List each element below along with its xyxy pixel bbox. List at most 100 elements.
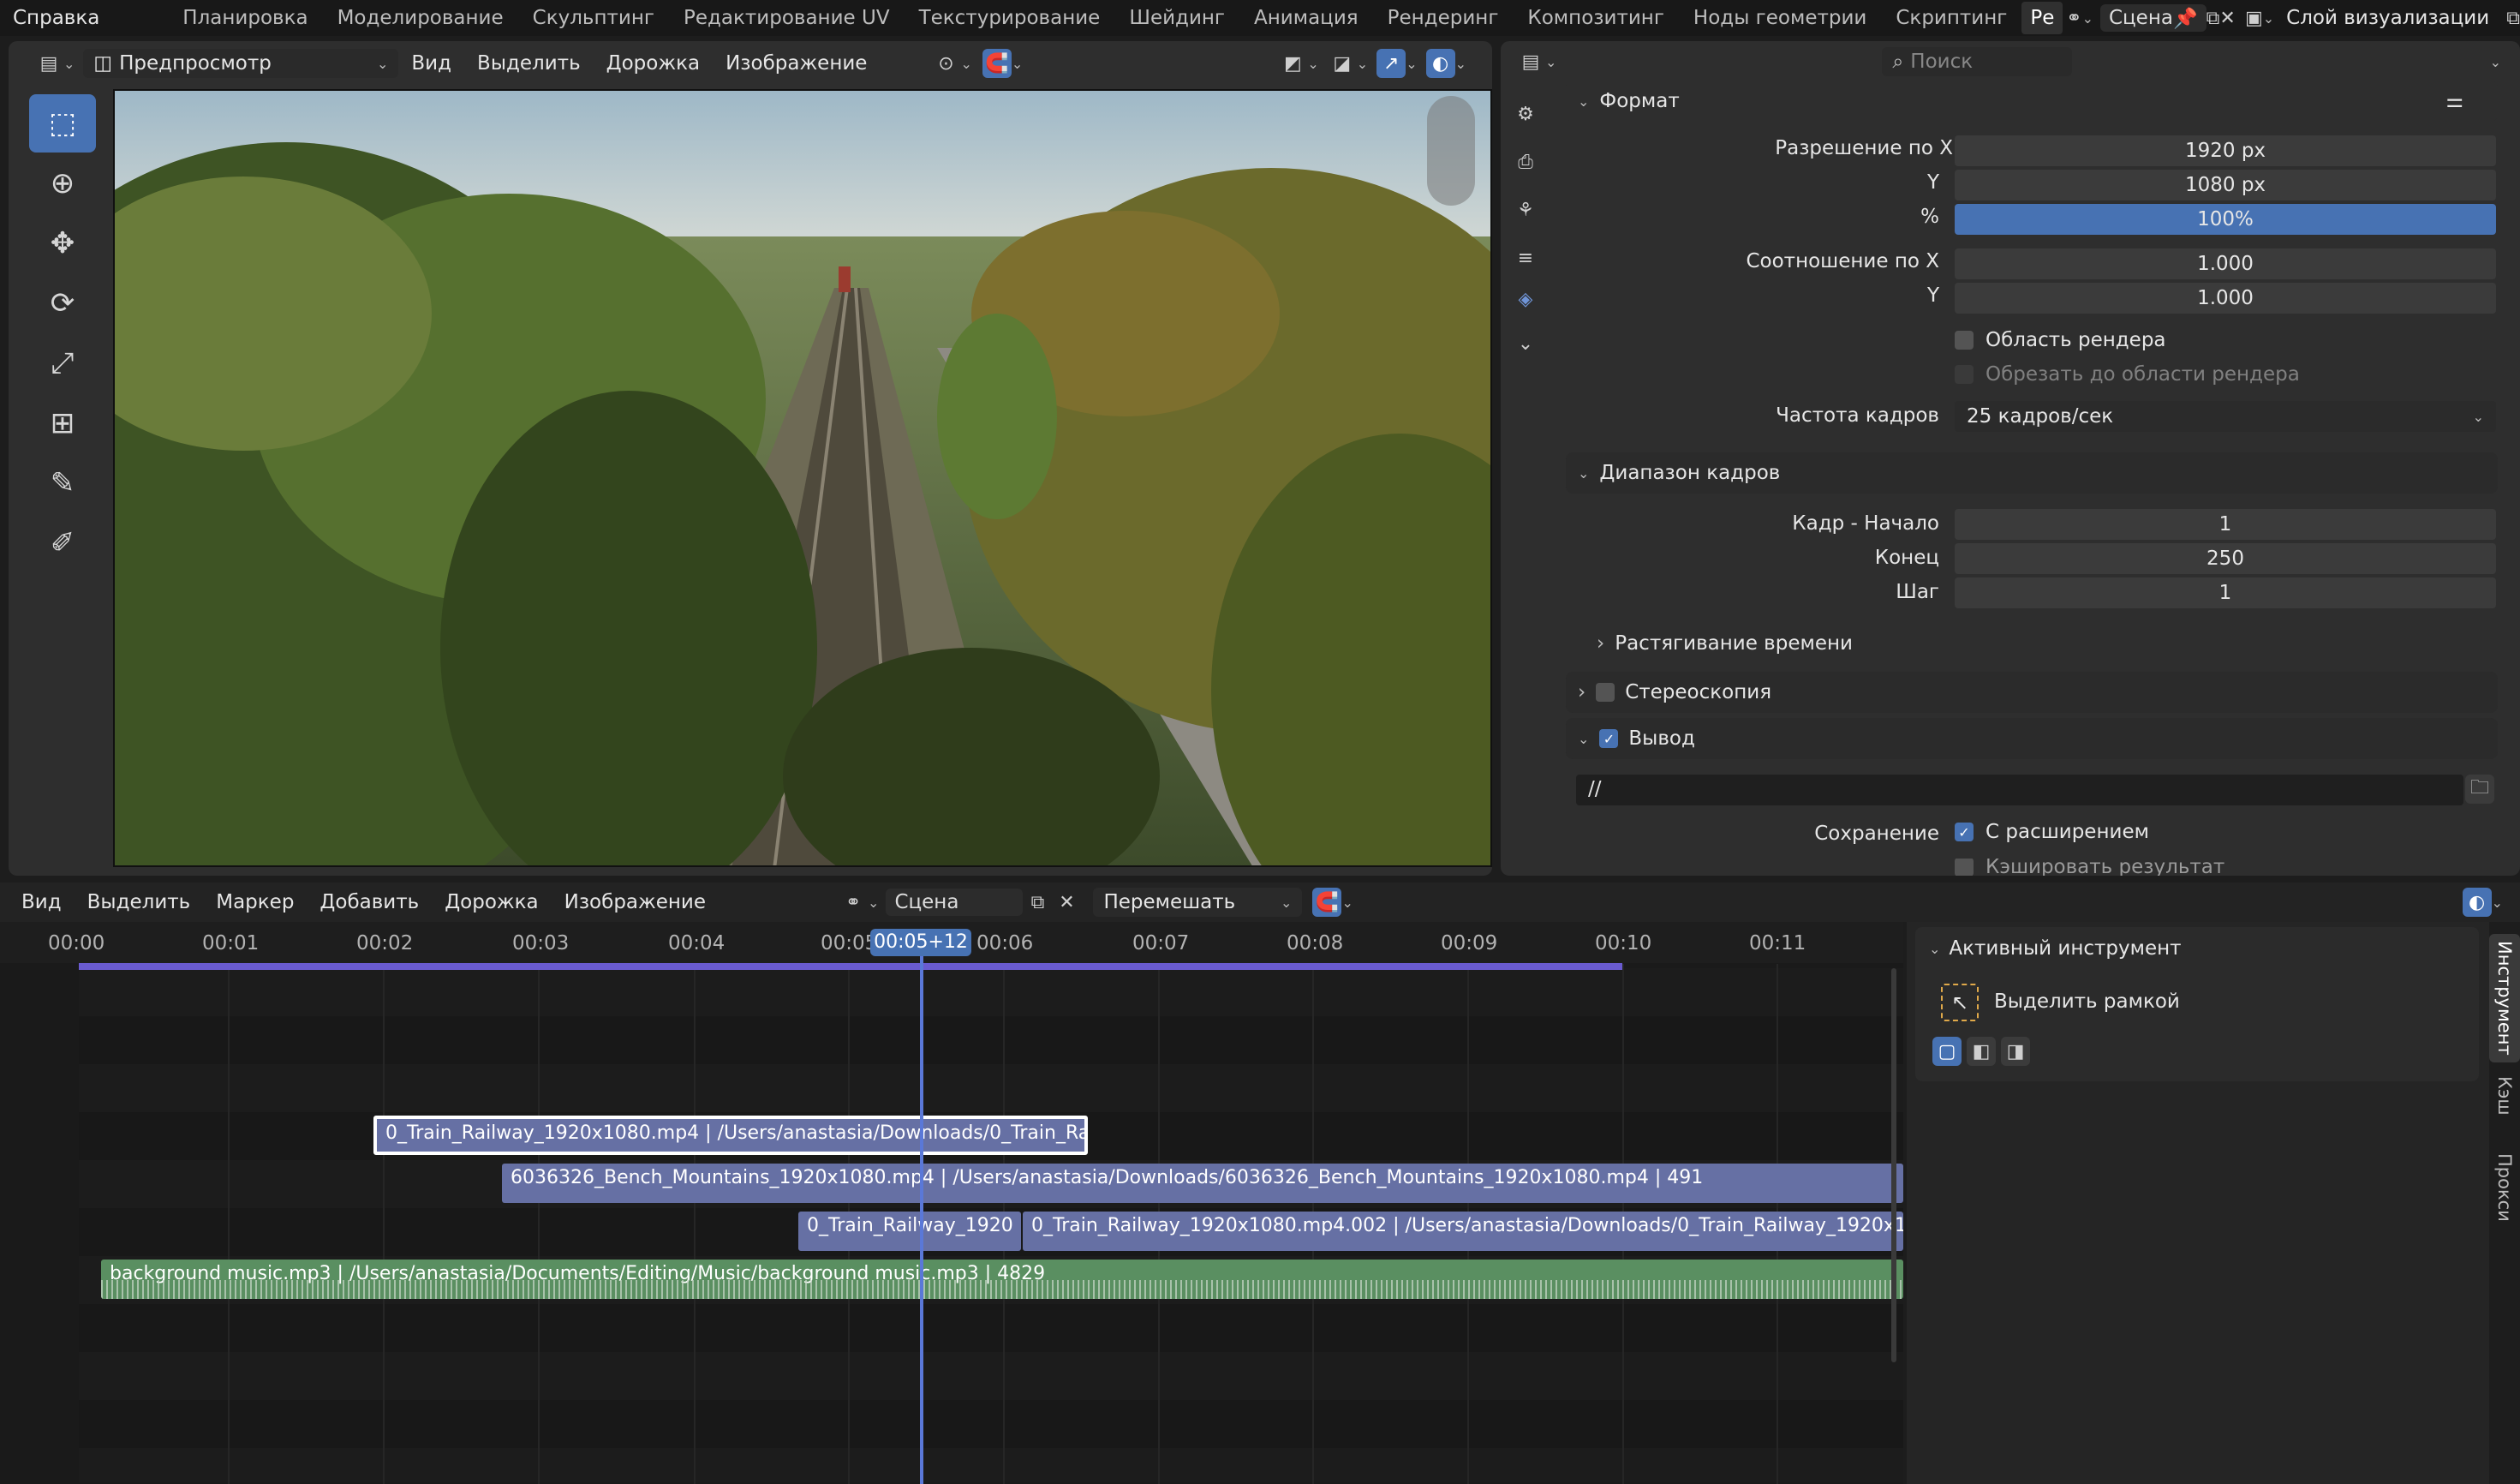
strip-train-railway-cut[interactable]: 0_Train_Railway_1920 [798,1212,1021,1251]
new-view-layer-icon[interactable]: ⧉ [2506,3,2520,33]
presets-icon[interactable]: ⚌ [2445,90,2463,112]
frame-start-field[interactable]: 1 [1955,509,2496,540]
folder-icon[interactable]: 🗀 [2465,775,2494,804]
strip-train-railway[interactable]: 0_Train_Railway_1920x1080.mp4 | /Users/a… [373,1116,1088,1155]
render-region-checkbox[interactable]: Область рендера [1955,329,2166,351]
workspace-tab-sculpting[interactable]: Скульптинг [518,7,669,29]
view-layer-tab-icon[interactable]: ≡ [1511,243,1540,272]
select-box-tool-icon[interactable]: ⬚ [29,94,96,153]
stereoscopy-panel-header[interactable]: › Стереоскопия [1566,672,2498,713]
menu-view[interactable]: Вид [398,52,464,75]
menu-view[interactable]: Вид [9,891,75,913]
playhead-line[interactable] [920,951,923,1484]
scale-tool-icon[interactable]: ⤢ [29,334,96,392]
checkbox-icon[interactable] [1596,683,1615,702]
pin-icon[interactable]: 📌 [2173,7,2198,30]
strip-background-music[interactable]: background music.mp3 | /Users/anastasia/… [101,1260,1903,1299]
sidebar-tab-tool[interactable]: Инструмент [2489,934,2520,1062]
workspace-tab-uv-editing[interactable]: Редактирование UV [669,7,905,29]
editor-type-icon[interactable]: ▤ [1516,47,1545,76]
overlay-icon[interactable]: ◐ [2462,888,2492,917]
sample-tool-icon[interactable]: ✎ [29,454,96,512]
active-tool-panel-header[interactable]: ⌄ Активный инструмент [1929,937,2182,960]
res-pct-field[interactable]: 100% [1955,204,2496,235]
res-y-field[interactable]: 1080 px [1955,170,2496,200]
menu-add[interactable]: Добавить [307,891,432,913]
view-layer-name[interactable]: Слой визуализации [2286,7,2489,29]
more-tabs-chevron-icon[interactable]: ⌄ [1511,329,1540,358]
editor-type-icon[interactable]: ▤ [34,49,63,78]
workspace-tab-geometry-nodes[interactable]: Ноды геометрии [1679,7,1881,29]
scene-selector[interactable]: Сцена [886,889,1024,916]
menu-help[interactable]: Справка [0,7,112,29]
format-panel-header[interactable]: ⌄ Формат ⚌ [1566,81,2498,122]
mode-new-icon[interactable]: ▢ [1932,1037,1962,1066]
menu-strip[interactable]: Дорожка [594,52,713,75]
transform-tool-icon[interactable]: ⊞ [29,394,96,452]
preview-image[interactable] [113,89,1492,867]
res-x-field[interactable]: 1920 px [1955,135,2496,166]
scene-tab-icon[interactable]: ◈ [1511,284,1540,314]
menu-marker[interactable]: Маркер [203,891,307,913]
checkbox-icon[interactable]: ✓ [1599,729,1619,748]
sidebar-tab-cache[interactable]: Кэш [2489,1071,2520,1131]
scene-icon[interactable]: ⚭ [2066,3,2081,33]
time-stretch-subpanel[interactable]: › Растягивание времени [1597,632,1853,655]
workspace-tab-scripting[interactable]: Скриптинг [1881,7,2021,29]
show-gizmo-icon[interactable]: ↗ [1376,49,1406,78]
workspace-tab-modeling[interactable]: Моделирование [323,7,518,29]
output-panel-header[interactable]: ⌄ ✓ Вывод [1566,718,2498,759]
workspace-tab-shading[interactable]: Шейдинг [1114,7,1239,29]
new-scene-icon[interactable]: ⧉ [1023,888,1052,917]
strip-bench-mountains[interactable]: 6036326_Bench_Mountains_1920x1080.mp4 | … [502,1164,1903,1203]
overlay-icon[interactable]: ◐ [1425,49,1455,78]
workspace-tab-compositing[interactable]: Композитинг [1513,7,1679,29]
search-input[interactable]: ⌕ Поиск [1882,47,2073,76]
navigation-gizmo[interactable] [1427,96,1475,206]
mode-subtract-icon[interactable]: ◨ [2001,1037,2030,1066]
aspect-x-field[interactable]: 1.000 [1955,248,2496,279]
frame-range-panel-header[interactable]: ⌄ Диапазон кадров [1566,452,2498,494]
blend-mode-dropdown[interactable]: Перемешать ⌄ [1093,888,1303,917]
gizmo-icon[interactable]: ◪ [1328,49,1357,78]
rotate-tool-icon[interactable]: ⟳ [29,274,96,332]
tool-tab-icon[interactable]: ⚙ [1511,99,1540,129]
menu-image[interactable]: Изображение [713,52,880,75]
aspect-y-field[interactable]: 1.000 [1955,283,2496,314]
workspace-tab-video-editing[interactable]: Ре [2021,2,2063,34]
view-mode-dropdown[interactable]: ◫ Предпросмотр ⌄ [83,49,399,78]
move-tool-icon[interactable]: ✥ [29,214,96,272]
pivot-icon[interactable]: ⊙ [931,49,960,78]
output-tab-icon[interactable]: ⚘ [1511,195,1540,224]
workspace-tab-animation[interactable]: Анимация [1239,7,1373,29]
menu-select[interactable]: Выделить [464,52,594,75]
close-icon[interactable]: ✕ [1052,888,1081,917]
workspace-tab-texturing[interactable]: Текстурирование [905,7,1115,29]
display-channels-icon[interactable]: ◩ [1278,49,1307,78]
mode-extend-icon[interactable]: ◧ [1967,1037,1996,1066]
cache-result-checkbox[interactable]: Кэшировать результат [1955,859,2224,876]
output-path-input[interactable]: // [1576,775,2463,805]
annotate-tool-icon[interactable]: ✐ [29,514,96,572]
new-scene-icon[interactable]: ⧉ [2206,3,2220,33]
playhead-time[interactable]: 00:05+12 [870,929,971,956]
render-tab-icon[interactable]: ⎙ [1511,147,1540,177]
sidebar-tab-proxy[interactable]: Прокси [2489,1148,2520,1234]
workspace-tab-layout[interactable]: Планировка [168,7,322,29]
view-layer-icon[interactable]: ▣ [2245,3,2263,33]
crop-region-checkbox[interactable]: Обрезать до области рендера [1955,363,2300,386]
menu-strip[interactable]: Дорожка [432,891,551,913]
menu-image[interactable]: Изображение [552,891,719,913]
snap-icon[interactable]: 🧲 [1312,888,1342,917]
strip-train-railway-002[interactable]: 0_Train_Railway_1920x1080.mp4.002 | /Use… [1023,1212,1903,1251]
frame-step-field[interactable]: 1 [1955,577,2496,608]
fps-dropdown[interactable]: 25 кадров/сек ⌄ [1955,401,2496,432]
timeline-scrollbar[interactable] [1891,968,1896,1362]
workspace-tab-rendering[interactable]: Рендеринг [1373,7,1514,29]
file-extensions-checkbox[interactable]: ✓ С расширением [1955,821,2149,843]
cursor-tool-icon[interactable]: ⊕ [29,154,96,212]
frame-end-field[interactable]: 250 [1955,543,2496,574]
scene-icon[interactable]: ⚭ [839,888,868,917]
chevron-down-icon[interactable]: ⌄ [2490,54,2501,70]
menu-select[interactable]: Выделить [75,891,204,913]
